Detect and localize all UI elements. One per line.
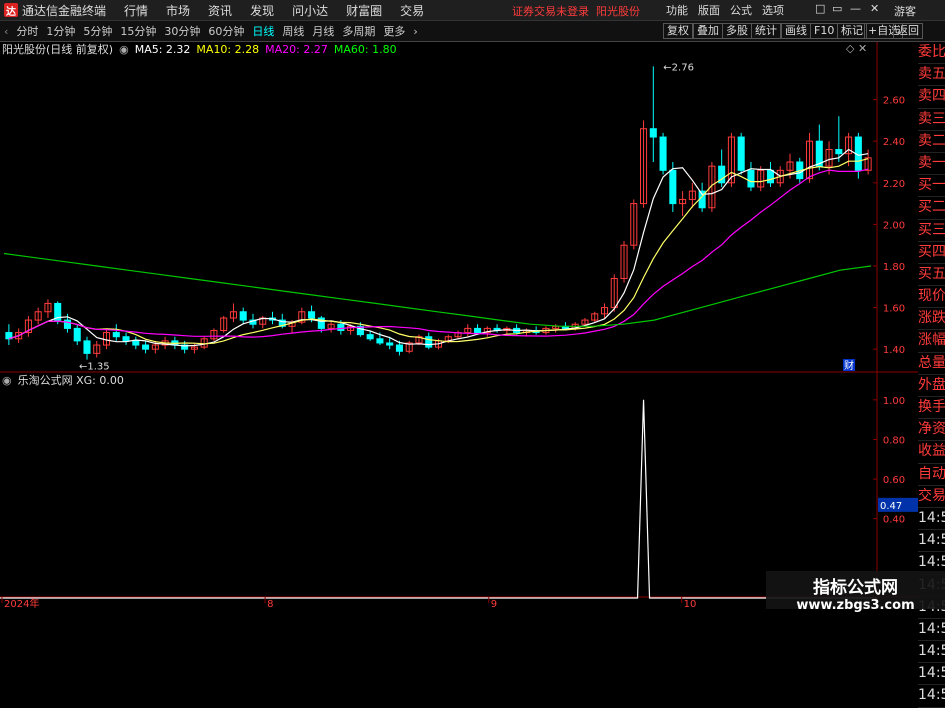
side-item-16: 换手 bbox=[918, 397, 945, 420]
side-item-20: 交易 bbox=[918, 486, 945, 508]
date-label: 9 bbox=[491, 599, 497, 609]
side-item-6: 买一 bbox=[918, 175, 945, 198]
ind-tick-label: 0.40 bbox=[883, 515, 905, 526]
ma-labels: MA5: 2.32 MA10: 2.28 MA20: 2.27 MA60: 1.80 bbox=[135, 43, 397, 56]
chart-settings-icon[interactable]: ◇ ✕ bbox=[846, 42, 867, 55]
side-item-22: 14:56 bbox=[918, 530, 945, 553]
main-info-bar: 阳光股份(日线 前复权) ◉ MA5: 2.32 MA10: 2.28 MA20: … bbox=[2, 41, 397, 57]
side-item-2: 卖四 bbox=[918, 86, 945, 109]
candle-body bbox=[395, 344, 403, 352]
candle-body bbox=[132, 340, 140, 346]
candle-body bbox=[142, 344, 150, 350]
y-tick-label: 2.40 bbox=[883, 137, 905, 148]
cursor-value-label: 0.47 bbox=[880, 501, 902, 512]
candle-body bbox=[835, 149, 843, 155]
candle-body bbox=[337, 323, 345, 331]
ma-label-1: MA10: 2.28 bbox=[196, 42, 260, 56]
quote-side-panel: 委比 卖五 卖四 卖三 卖二 卖一 买一 买二 买三 买四 买五 现价 涨跌 涨幅 总量 外盘 换手 净资 收益 自动… bbox=[918, 42, 945, 708]
candle-body bbox=[425, 336, 433, 348]
indicator-title: 乐淘公式网 XG: 0.00 bbox=[17, 374, 124, 387]
side-item-27: 14:56 bbox=[918, 641, 945, 664]
side-item-19: 自动 bbox=[918, 464, 945, 486]
watermark: 指标公式网 www.zbgs3.com bbox=[766, 571, 945, 613]
side-item-1: 卖五 bbox=[918, 64, 945, 87]
ma60-line bbox=[3, 252, 872, 327]
side-item-3: 卖三 bbox=[918, 109, 945, 131]
y-tick-label: 1.60 bbox=[883, 304, 905, 315]
chart-canvas[interactable]: 1.40 1.60 1.80 2.00 2.20 2.40 2.60 0.40 0.60 0.80… bbox=[0, 0, 945, 609]
date-label: 10 bbox=[684, 599, 697, 609]
candle-body bbox=[83, 340, 91, 354]
candle-body bbox=[308, 311, 316, 319]
candle-body bbox=[766, 169, 775, 184]
ind-tick-label: 0.60 bbox=[883, 475, 905, 486]
ma20-line bbox=[8, 168, 869, 340]
candle-body bbox=[386, 342, 394, 346]
side-item-4: 卖二 bbox=[918, 131, 945, 153]
indicator-info-bar: ◉ 乐淘公式网 XG: 0.00 bbox=[2, 372, 124, 388]
candle-body bbox=[239, 311, 247, 321]
side-item-14: 总量 bbox=[918, 353, 945, 375]
side-item-10: 买五 bbox=[918, 264, 945, 287]
y-tick-label: 2.00 bbox=[883, 220, 905, 231]
ma10-line bbox=[8, 158, 869, 345]
y-tick-label: 1.40 bbox=[883, 345, 905, 356]
low-annotation: ←1.35 bbox=[79, 362, 110, 373]
side-item-13: 涨幅 bbox=[918, 330, 945, 353]
y-tick-label: 2.20 bbox=[883, 179, 905, 190]
date-label: 2024年 bbox=[4, 597, 39, 609]
side-item-21: 14:56 bbox=[918, 508, 945, 531]
main-chart-title: 阳光股份(日线 前复权) bbox=[2, 43, 114, 56]
side-item-15: 外盘 bbox=[918, 375, 945, 397]
candle-body bbox=[366, 334, 374, 340]
side-item-8: 买三 bbox=[918, 220, 945, 242]
candle-body bbox=[737, 136, 745, 171]
side-item-5: 卖一 bbox=[918, 153, 945, 176]
ma-label-0: MA5: 2.32 bbox=[134, 42, 191, 56]
ind-tick-label: 1.00 bbox=[883, 396, 905, 407]
candle-body bbox=[669, 169, 677, 205]
side-item-12: 涨跌 bbox=[918, 308, 945, 331]
candle-body bbox=[474, 327, 482, 334]
watermark-line2: www.zbgs3.com bbox=[796, 598, 915, 613]
xg-indicator-line bbox=[0, 399, 877, 599]
candle-body bbox=[73, 327, 81, 342]
side-item-11: 现价 bbox=[918, 286, 945, 309]
side-item-18: 收益 bbox=[918, 441, 945, 464]
side-item-29: 14:56 bbox=[918, 685, 945, 708]
date-label: 8 bbox=[267, 599, 273, 609]
candle-body bbox=[649, 128, 657, 138]
side-item-28: 14:56 bbox=[918, 663, 945, 686]
side-item-0: 委比 bbox=[918, 42, 945, 65]
watermark-line1: 指标公式网 bbox=[813, 578, 898, 598]
side-item-7: 买二 bbox=[918, 197, 945, 220]
candle-body bbox=[63, 319, 71, 329]
y-tick-label: 2.60 bbox=[883, 96, 905, 107]
ma-label-2: MA20: 2.27 bbox=[265, 42, 328, 56]
ma-toggle-icon[interactable]: ◉ bbox=[119, 43, 129, 56]
candle-body bbox=[376, 338, 384, 344]
candle-body bbox=[122, 336, 130, 342]
candle-body bbox=[747, 169, 755, 188]
cai-badge-label: 财 bbox=[844, 359, 854, 372]
high-annotation: ←2.76 bbox=[663, 62, 694, 73]
side-item-9: 买四 bbox=[918, 242, 945, 264]
side-item-17: 净资 bbox=[918, 419, 945, 442]
candle-body bbox=[112, 332, 120, 338]
candle-body bbox=[659, 136, 667, 171]
side-item-26: 14:56 bbox=[918, 619, 945, 642]
ma5-line bbox=[8, 148, 869, 347]
ma-label-3: MA60: 1.80 bbox=[333, 42, 397, 56]
y-tick-label: 1.80 bbox=[883, 262, 905, 273]
indicator-toggle-icon[interactable]: ◉ bbox=[2, 374, 12, 387]
ind-tick-label: 0.80 bbox=[883, 435, 905, 446]
